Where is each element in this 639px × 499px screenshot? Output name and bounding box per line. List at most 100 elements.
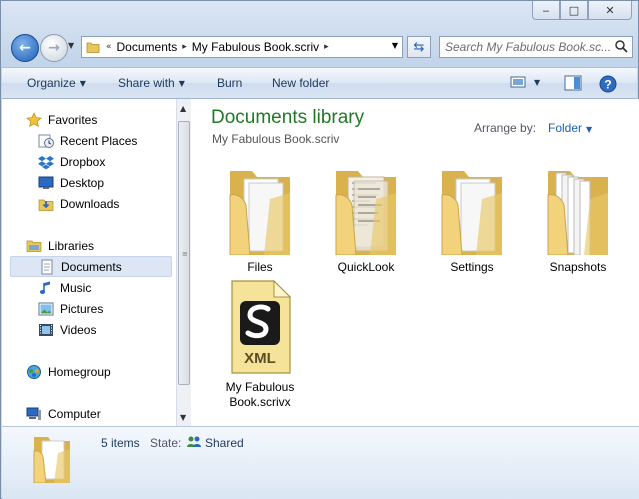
- sidebar-item-pictures[interactable]: Pictures: [10, 298, 103, 319]
- view-icon[interactable]: [510, 75, 526, 89]
- new-folder-button[interactable]: New folder: [272, 76, 329, 90]
- view-options-dropdown-icon[interactable]: ▼: [534, 78, 540, 87]
- sidebar-item-music[interactable]: Music: [10, 277, 91, 298]
- share-with-label: Share with: [118, 76, 175, 90]
- folder-icon: [229, 171, 290, 256]
- window-controls: ‒ □ ✕: [532, 1, 632, 20]
- organize-label: Organize: [27, 76, 76, 90]
- address-bar[interactable]: « Documents ▸ My Fabulous Book.scriv ▸ ▼: [81, 36, 403, 58]
- share-with-menu[interactable]: Share with ▼: [118, 76, 185, 90]
- address-overflow[interactable]: «: [100, 42, 112, 52]
- computer-icon: [26, 406, 42, 422]
- back-arrow-icon: ←: [19, 40, 31, 56]
- shared-users-icon: [187, 436, 201, 447]
- close-button[interactable]: ✕: [588, 1, 632, 20]
- sidebar-item-dropbox[interactable]: Dropbox: [10, 151, 105, 172]
- folder-item-snapshots[interactable]: Snapshots: [532, 159, 624, 275]
- folder-label: Snapshots: [549, 260, 607, 274]
- sidebar-label: Computer: [48, 406, 101, 421]
- explorer-window: ‒ □ ✕ ← → ▼ « Documents ▸ My Fabulous Bo…: [0, 0, 639, 499]
- library-title: Documents library: [211, 107, 365, 128]
- folder-icon: [335, 171, 396, 256]
- item-count: 5 items: [101, 436, 140, 450]
- sidebar-item-libraries[interactable]: Libraries: [10, 235, 94, 256]
- homegroup-icon: [26, 364, 42, 380]
- forward-button[interactable]: →: [40, 34, 68, 62]
- folder-item-quicklook[interactable]: QuickLook: [320, 159, 412, 275]
- desktop-icon: [38, 175, 54, 191]
- back-button[interactable]: ←: [11, 34, 39, 62]
- folder-icon: [86, 42, 100, 53]
- state-label: State:: [150, 436, 182, 450]
- arrange-by-value: Folder: [548, 121, 583, 135]
- breadcrumb-documents[interactable]: Documents: [112, 40, 183, 54]
- navigation-pane: Favorites Recent Places Dropbox Desktop …: [2, 99, 176, 426]
- command-bar: Organize ▼ Share with ▼ Burn New folder ▼ …: [2, 67, 637, 99]
- star-icon: [26, 111, 42, 128]
- arrange-by-dropdown[interactable]: Folder ▼: [548, 121, 592, 135]
- navigation-bar: ← → ▼ « Documents ▸ My Fabulous Book.scr…: [9, 33, 633, 62]
- state-value: Shared: [205, 436, 244, 450]
- file-label: My Fabulous Book.scrivx: [225, 380, 295, 409]
- sidebar-item-downloads[interactable]: Downloads: [10, 193, 119, 214]
- folder-icon: [441, 171, 502, 256]
- navigation-pane-scrollbar[interactable]: ▲ ≡ ▼: [176, 99, 191, 426]
- sidebar-label: Recent Places: [60, 133, 138, 148]
- sidebar-label: Music: [60, 280, 92, 295]
- downloads-icon: [38, 196, 54, 212]
- music-icon: [38, 280, 54, 296]
- breadcrumb-current[interactable]: My Fabulous Book.scriv: [187, 40, 324, 54]
- folder-label: QuickLook: [337, 260, 395, 274]
- burn-button[interactable]: Burn: [217, 76, 242, 90]
- chevron-down-icon: ▼: [586, 125, 593, 134]
- folder-item-settings[interactable]: Settings: [426, 159, 518, 275]
- sidebar-item-computer[interactable]: Computer: [10, 403, 101, 424]
- scroll-up-arrow-icon[interactable]: ▲: [180, 104, 186, 113]
- folder-item-files[interactable]: Files: [214, 159, 306, 275]
- pictures-icon: [38, 301, 54, 317]
- sidebar-label: Favorites: [48, 112, 98, 127]
- scrollbar-thumb[interactable]: ≡: [178, 121, 190, 385]
- file-list-pane: Documents library My Fabulous Book.scriv…: [191, 99, 639, 426]
- sidebar-label: Downloads: [60, 196, 120, 211]
- organize-menu[interactable]: Organize ▼: [27, 76, 86, 90]
- sidebar-label: Homegroup: [48, 364, 111, 379]
- recent-places-icon: [38, 133, 54, 149]
- svg-text:?: ?: [604, 78, 611, 92]
- sidebar-label: Libraries: [48, 238, 95, 253]
- chevron-down-icon: ▼: [79, 79, 86, 88]
- folder-icon: [547, 171, 608, 258]
- sidebar-item-videos[interactable]: Videos: [10, 319, 96, 340]
- library-subtitle: My Fabulous Book.scriv: [212, 132, 340, 146]
- documents-icon: [39, 259, 55, 275]
- breadcrumb-chevron-icon[interactable]: ▸: [324, 42, 329, 52]
- sidebar-label: Desktop: [60, 175, 105, 190]
- scroll-down-arrow-icon[interactable]: ▼: [180, 413, 186, 422]
- sidebar-label: Pictures: [60, 301, 104, 316]
- sidebar-item-recent-places[interactable]: Recent Places: [10, 130, 137, 151]
- sidebar-item-desktop[interactable]: Desktop: [10, 172, 104, 193]
- recent-pages-dropdown[interactable]: ▼: [68, 41, 74, 50]
- folder-icon: [33, 437, 70, 483]
- sidebar-label: Dropbox: [60, 154, 106, 169]
- address-dropdown-icon[interactable]: ▼: [392, 41, 398, 50]
- grip-icon: ≡: [182, 250, 188, 258]
- maximize-button[interactable]: □: [560, 1, 588, 20]
- search-input[interactable]: Search My Fabulous Book.sc...: [439, 36, 633, 58]
- search-placeholder: Search My Fabulous Book.sc...: [445, 40, 612, 54]
- folder-label: Files: [247, 260, 273, 274]
- sidebar-label: Videos: [60, 322, 97, 337]
- file-item-scrivx[interactable]: XML My Fabulous Book.scrivx: [214, 279, 306, 410]
- refresh-icon: ⇆: [413, 39, 425, 55]
- file-badge: XML: [244, 350, 276, 367]
- forward-arrow-icon: →: [48, 40, 60, 56]
- sidebar-item-homegroup[interactable]: Homegroup: [10, 361, 111, 382]
- sidebar-item-favorites[interactable]: Favorites: [10, 109, 97, 130]
- sidebar-label: Documents: [61, 259, 122, 274]
- videos-icon: [38, 322, 54, 338]
- help-icon[interactable]: ?: [599, 75, 617, 93]
- sidebar-item-documents[interactable]: Documents: [10, 256, 172, 277]
- minimize-button[interactable]: ‒: [532, 1, 560, 20]
- preview-pane-icon[interactable]: [564, 75, 582, 91]
- refresh-button[interactable]: ⇆: [407, 36, 431, 58]
